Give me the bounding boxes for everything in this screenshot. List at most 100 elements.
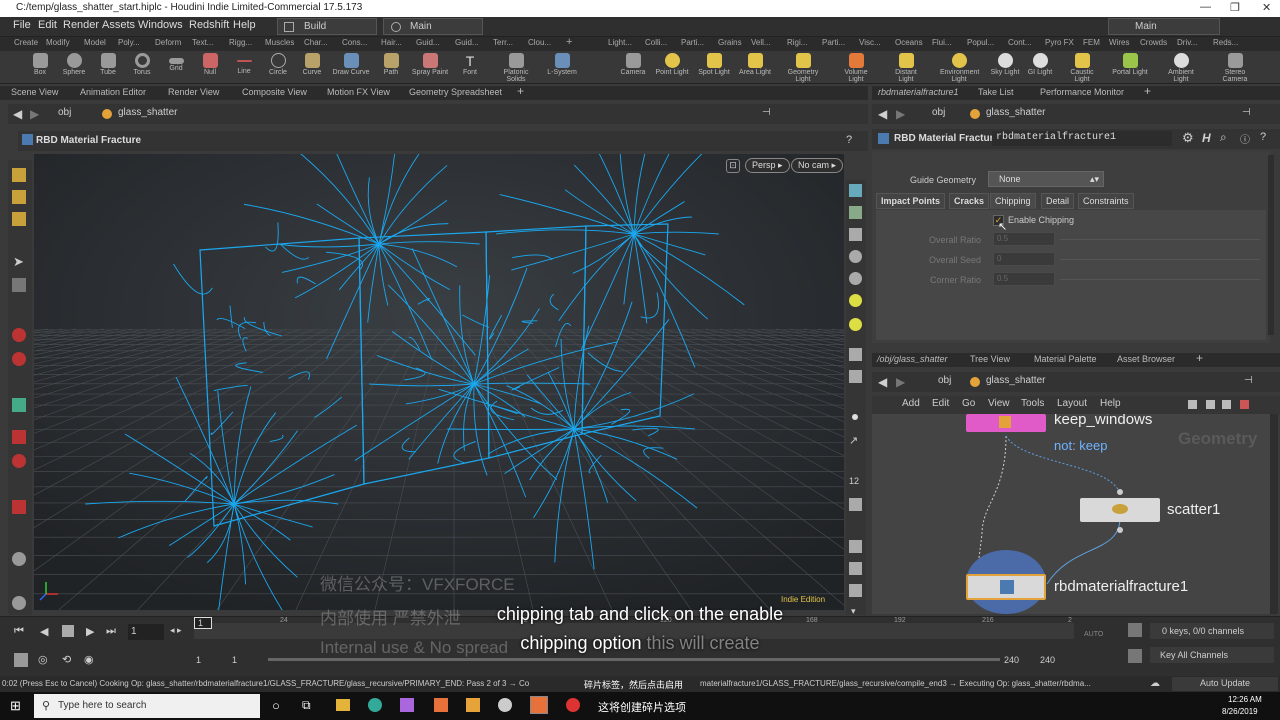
pin-icon[interactable]: ⊣ [1244,375,1253,386]
range-slider[interactable] [268,658,1000,661]
shelf-tab[interactable]: Reds... [1213,38,1238,47]
forward-arrow-icon[interactable]: ▶ [30,107,39,121]
shelf-tab[interactable]: Rigi... [787,38,807,47]
minimize-button[interactable]: — [1200,1,1211,13]
box-tool[interactable]: Box [21,52,59,76]
viewport-canvas[interactable] [34,154,844,610]
tab-network-view[interactable]: /obj/glass_shatter [877,354,948,364]
search-icon[interactable]: ⌕ [1220,130,1227,145]
end-frame-2[interactable]: 240 [1040,655,1055,665]
normal-display-icon[interactable]: ↗ [849,434,858,447]
tab-geometry-spreadsheet[interactable]: Geometry Spreadsheet [409,87,502,97]
maximize-button[interactable]: ❐ [1230,1,1240,14]
shelf-tab[interactable]: Terr... [493,38,513,47]
path-node[interactable]: glass_shatter [986,375,1045,386]
grid-view-icon[interactable] [1222,400,1231,412]
desktop-selector[interactable]: Build [277,18,377,35]
frame-icon[interactable] [849,370,862,383]
gear-icon[interactable]: ⚙ [1182,130,1194,146]
viewport-lock-icon[interactable]: ⊡ [726,159,740,173]
sphere-tool-icon[interactable] [12,552,26,566]
network-menu-edit[interactable]: Edit [932,398,949,409]
network-menu-tools[interactable]: Tools [1021,398,1044,409]
list-view-icon[interactable] [1188,400,1197,412]
shelf-tab[interactable]: Light... [608,38,632,47]
forward-arrow-icon[interactable]: ▶ [896,107,905,121]
shelf-tab[interactable]: Wires [1109,38,1129,47]
magnet-icon[interactable] [12,454,26,468]
handle-icon[interactable] [12,398,26,412]
brush-icon[interactable] [12,500,26,514]
network-menu-layout[interactable]: Layout [1057,398,1087,409]
back-arrow-icon[interactable]: ◀ [878,375,887,389]
pin-icon[interactable]: ⊣ [762,107,771,118]
snapshot-icon[interactable] [849,584,862,597]
taskbar-search-box[interactable]: ⚲ Type here to search [34,694,260,718]
recorder-icon[interactable] [566,698,580,712]
shelf-tab[interactable]: Crowds [1140,38,1167,47]
shelf-tab[interactable]: Hair... [381,38,402,47]
end-frame[interactable]: 240 [1004,655,1019,665]
info-icon[interactable]: ⓘ [1240,131,1250,146]
caustic-light-tool[interactable]: Caustic Light [1063,52,1101,83]
camera-button[interactable]: No cam ▸ [791,158,844,173]
volume-light-tool[interactable]: Volume Light [837,52,875,83]
distant-light-tool[interactable]: Distant Light [887,52,925,83]
texture-icon[interactable] [849,498,862,511]
primitive-select-icon[interactable] [12,190,26,204]
lock-camera-icon[interactable] [849,228,862,241]
help-h-icon[interactable]: H [1202,131,1211,145]
point-select-icon[interactable] [12,212,26,226]
spot-light-tool[interactable]: Spot Light [695,52,733,76]
shelf-tab[interactable]: Oceans [895,38,923,47]
overall-seed-slider[interactable] [1060,259,1260,260]
network-menu-help[interactable]: Help [1100,398,1121,409]
help-icon[interactable]: ? [1260,131,1266,143]
tab-material-palette[interactable]: Material Palette [1034,354,1097,364]
shelf-tab[interactable]: Parti... [822,38,845,47]
sky-light-tool[interactable]: Sky Light [986,52,1024,76]
portal-light-tool[interactable]: Portal Light [1111,52,1149,76]
menu-edit[interactable]: Edit [38,19,57,31]
houdini-icon[interactable] [434,698,448,712]
tab-chipping[interactable]: Chipping [990,193,1036,209]
shelf-tab[interactable]: Cont... [1008,38,1032,47]
gi-light-tool[interactable]: GI Light [1021,52,1059,76]
persp-button[interactable]: Persp ▸ [745,158,790,173]
overall-ratio-slider[interactable] [1060,239,1260,240]
shelf-tab[interactable]: Modify [46,38,70,47]
add-tab-icon[interactable]: + [1196,351,1203,365]
shelf-tab[interactable]: Guid... [455,38,479,47]
shelf-tab[interactable]: Rigg... [229,38,252,47]
path-tool[interactable]: Path [372,52,410,76]
shelf-tab[interactable]: Deform [155,38,181,47]
null-tool[interactable]: Null [191,52,229,76]
ambient-light-tool[interactable]: Ambient Light [1162,52,1200,83]
shelf-tab[interactable]: Clou... [528,38,551,47]
shelf-tab[interactable]: Model [84,38,106,47]
scatter1-node[interactable] [1080,498,1160,522]
start-frame[interactable]: 1 [196,655,201,665]
snap-icon[interactable] [12,430,26,444]
camera-tool[interactable]: Camera [614,52,652,76]
menu-assets[interactable]: Assets [102,19,135,31]
tab-animation-editor[interactable]: Animation Editor [80,87,146,97]
shelf-tab[interactable]: Vell... [751,38,771,47]
tab-cracks[interactable]: Cracks [949,193,990,209]
tab-constraints[interactable]: Constraints [1078,193,1134,209]
path-root[interactable]: obj [938,375,951,386]
parameter-scrollbar[interactable] [1268,155,1274,335]
cortana-icon[interactable]: ○ [272,698,280,713]
number-display-icon[interactable]: 12 [849,476,859,486]
lock-icon[interactable] [12,278,26,292]
network-scrollbar[interactable] [1270,414,1278,614]
loop-icon[interactable]: ⟲ [62,653,71,666]
shelf-tab[interactable]: Parti... [681,38,704,47]
arrow-select-icon[interactable]: ➤ [13,254,24,270]
shelf-tab[interactable]: Muscles [265,38,294,47]
display-options-icon[interactable] [849,184,862,197]
overall-ratio-field[interactable]: 0.5 [993,232,1055,246]
tab-parameters[interactable]: rbdmaterialfracture1 [878,87,959,97]
tab-performance-monitor[interactable]: Performance Monitor [1040,87,1124,97]
network-editor[interactable]: Geometry keep_windows not: keep scatter1… [872,414,1272,614]
